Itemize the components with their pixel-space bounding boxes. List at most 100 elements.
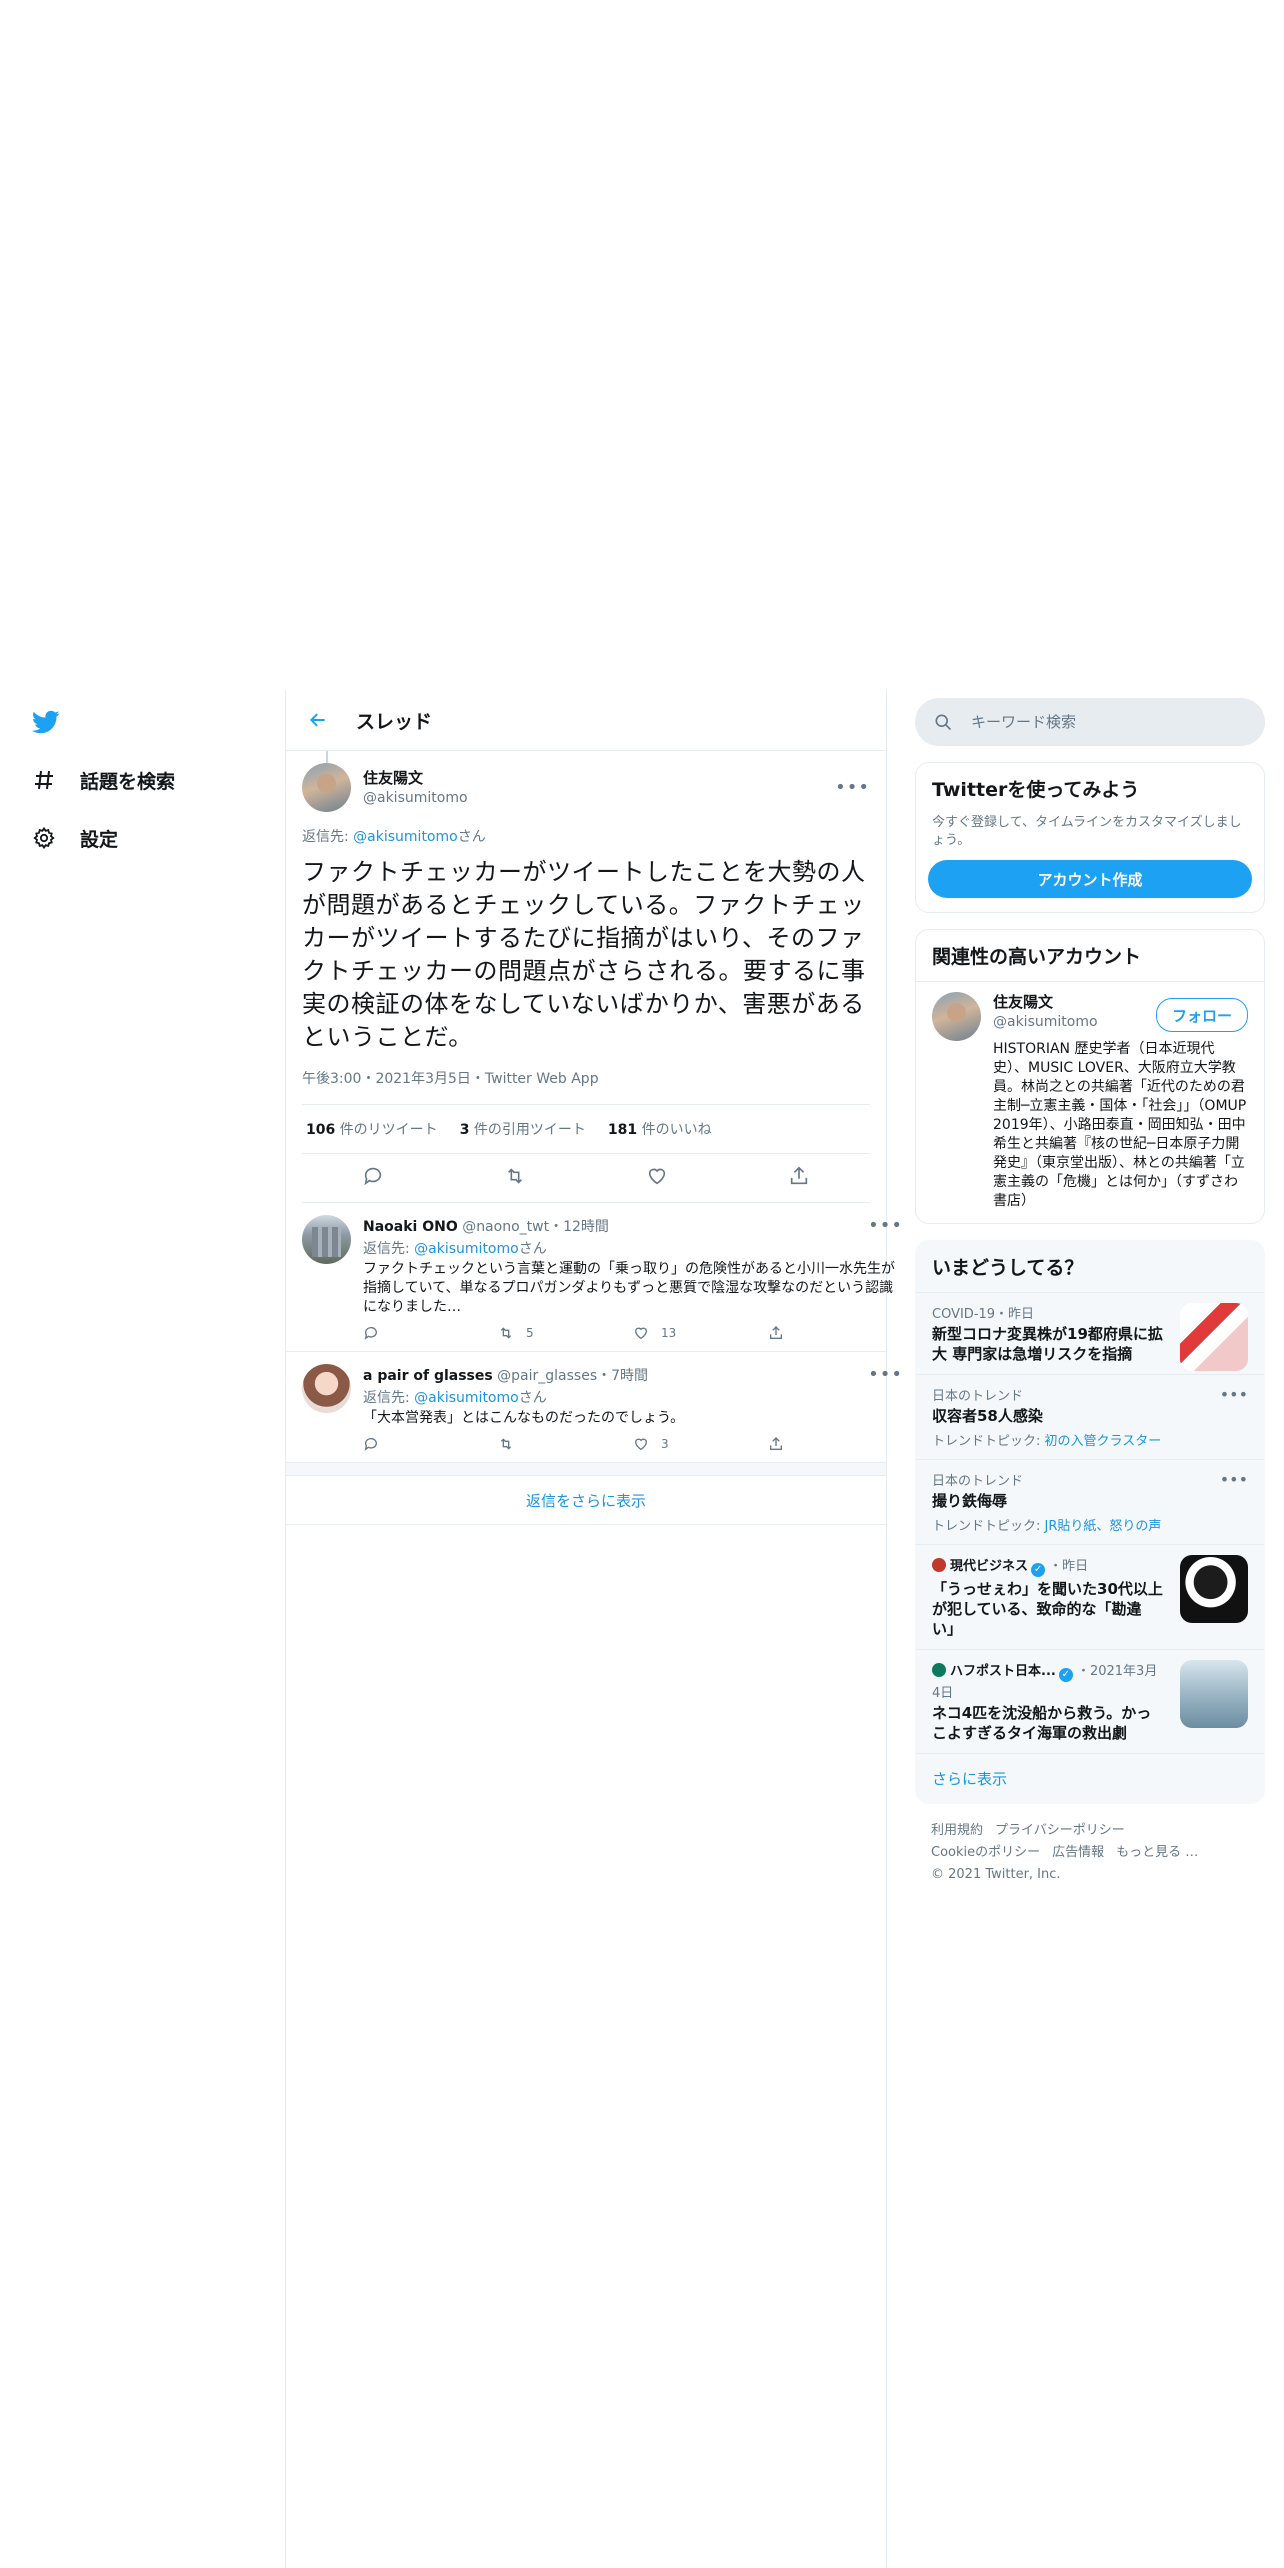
like-icon[interactable] bbox=[646, 1165, 668, 1191]
reply-to: 返信先: @akisumitomoさん bbox=[363, 1387, 903, 1407]
share-icon[interactable] bbox=[788, 1165, 810, 1191]
trend-item[interactable]: 日本のトレンド 撮り鉄侮辱 トレンドトピック: JR貼り紙、怒りの声 ••• bbox=[916, 1459, 1264, 1544]
show-more-trends-link[interactable]: さらに表示 bbox=[916, 1753, 1264, 1803]
reply-to-link[interactable]: @akisumitomo bbox=[414, 1241, 519, 1257]
trend-item[interactable]: ハフポスト日本... ✓ ・2021年3月4日 ネコ4匹を沈没船から救う。かっこよ… bbox=[916, 1649, 1264, 1753]
like-stat[interactable]: 181 件のいいね bbox=[608, 1119, 712, 1139]
trend-thumbnail bbox=[1180, 1303, 1248, 1371]
footer-link-cookies[interactable]: Cookieのポリシー bbox=[931, 1845, 1040, 1860]
verified-badge-icon: ✓ bbox=[1058, 1668, 1073, 1682]
verified-badge-icon: ✓ bbox=[1031, 1563, 1046, 1577]
quote-stat[interactable]: 3 件の引用ツイート bbox=[460, 1119, 586, 1139]
related-account-name[interactable]: 住友陽文 bbox=[993, 992, 1098, 1012]
main-tweet: 住友陽文 @akisumitomo ••• 返信先: @akisumitomoさ… bbox=[286, 751, 886, 1203]
related-account-handle[interactable]: @akisumitomo bbox=[993, 1012, 1098, 1032]
footer-link-terms[interactable]: 利用規約 bbox=[931, 1823, 983, 1838]
back-arrow-icon bbox=[309, 713, 325, 727]
show-more-replies-button[interactable]: 返信をさらに表示 bbox=[286, 1476, 886, 1525]
create-account-button[interactable]: アカウント作成 bbox=[928, 860, 1252, 898]
more-options-icon[interactable]: ••• bbox=[868, 1215, 903, 1236]
retweet-button[interactable] bbox=[498, 1436, 633, 1452]
trend-source: 現代ビジネス bbox=[950, 1559, 1029, 1574]
nav-settings[interactable]: 設定 bbox=[30, 818, 118, 858]
follow-button[interactable]: フォロー bbox=[1156, 998, 1248, 1032]
nav-explore-label: 話題を検索 bbox=[80, 770, 176, 793]
tweet-stats: 106 件のリツイート 3 件の引用ツイート 181 件のいいね bbox=[302, 1105, 870, 1154]
nav-explore[interactable]: 話題を検索 bbox=[30, 760, 175, 800]
reply-to-link[interactable]: @akisumitomo bbox=[353, 829, 458, 845]
trend-source-row: ハフポスト日本... ✓ ・2021年3月4日 bbox=[932, 1660, 1164, 1701]
trend-context: ・昨日 bbox=[1049, 1559, 1089, 1574]
author-name[interactable]: 住友陽文 bbox=[363, 768, 835, 788]
related-account[interactable]: 住友陽文 @akisumitomo フォロー HISTORIAN 歴史学者（日本… bbox=[916, 981, 1264, 1223]
tweet-text: ファクトチェッカーがツイートしたことを大勢の人が問題があるとチェックしている。フ… bbox=[302, 858, 866, 1051]
avatar[interactable] bbox=[302, 1364, 351, 1413]
avatar[interactable] bbox=[302, 1215, 351, 1264]
retweet-button[interactable]: 5 bbox=[498, 1325, 633, 1341]
search-input[interactable] bbox=[969, 712, 1233, 732]
trend-title: ネコ4匹を沈没船から救う。かっこよすぎるタイ海軍の救出劇 bbox=[932, 1704, 1152, 1742]
reply-author-handle[interactable]: @pair_glasses・7時間 bbox=[497, 1368, 648, 1384]
more-options-icon[interactable]: ••• bbox=[868, 1364, 903, 1385]
reply-author-handle[interactable]: @naono_twt・12時間 bbox=[462, 1219, 609, 1235]
tweet-author-row: 住友陽文 @akisumitomo ••• bbox=[302, 751, 870, 812]
retweet-icon[interactable] bbox=[504, 1165, 526, 1191]
share-icon bbox=[770, 1326, 782, 1339]
retweet-stat[interactable]: 106 件のリツイート bbox=[306, 1119, 438, 1139]
related-account-bio: HISTORIAN 歴史学者（日本近現代史）、MUSIC LOVER、大阪府立大… bbox=[993, 1041, 1247, 1209]
reply-tweet[interactable]: a pair of glasses @pair_glasses・7時間 ••• … bbox=[286, 1352, 902, 1463]
more-options-icon[interactable]: ••• bbox=[1220, 1470, 1248, 1489]
more-options-icon[interactable]: ••• bbox=[1220, 1385, 1248, 1404]
footer-link-ads[interactable]: 広告情報 bbox=[1052, 1845, 1104, 1860]
nav-settings-label: 設定 bbox=[80, 828, 119, 851]
trend-topic: トレンドトピック: JR貼り紙、怒りの声 bbox=[932, 1515, 1248, 1534]
trend-topic-link[interactable]: JR貼り紙、怒りの声 bbox=[1045, 1519, 1162, 1534]
like-count: 3 bbox=[661, 1437, 669, 1451]
reply-author-name[interactable]: Naoaki ONO bbox=[363, 1219, 458, 1235]
reply-text: ファクトチェックという言葉と運動の「乗っ取り」の危険性があると小川一水先生が指摘… bbox=[363, 1261, 895, 1315]
trend-topic-link[interactable]: 初の入管クラスター bbox=[1045, 1434, 1162, 1449]
avatar[interactable] bbox=[302, 763, 351, 812]
like-button[interactable]: 13 bbox=[633, 1325, 768, 1341]
reply-to-link[interactable]: @akisumitomo bbox=[414, 1390, 519, 1406]
avatar[interactable] bbox=[932, 992, 981, 1041]
trend-context: 日本のトレンド bbox=[932, 1474, 1024, 1489]
trend-item[interactable]: 現代ビジネス ✓ ・昨日 「うっせぇわ」を聞いた30代以上が犯している、致命的な「… bbox=[916, 1544, 1264, 1649]
related-title: 関連性の高いアカウント bbox=[932, 946, 1142, 968]
quote-label: 件の引用ツイート bbox=[473, 1122, 586, 1138]
twitter-logo-icon[interactable] bbox=[30, 708, 62, 736]
search-box[interactable] bbox=[915, 698, 1265, 746]
thread-connector bbox=[326, 751, 328, 763]
trend-thumbnail bbox=[1180, 1660, 1248, 1728]
back-button[interactable] bbox=[300, 702, 336, 738]
tweet-actions bbox=[302, 1154, 870, 1203]
like-icon bbox=[634, 1327, 648, 1340]
like-count: 181 bbox=[607, 1122, 638, 1138]
reply-to-prefix: 返信先: bbox=[302, 829, 354, 845]
reply-icon bbox=[364, 1438, 377, 1451]
reply-icon[interactable] bbox=[362, 1165, 384, 1191]
reply-author-name[interactable]: a pair of glasses bbox=[363, 1368, 493, 1384]
footer-link-more[interactable]: もっと見る … bbox=[1116, 1845, 1198, 1860]
reply-tweet[interactable]: Naoaki ONO @naono_twt・12時間 ••• 返信先: @aki… bbox=[286, 1203, 902, 1352]
reply-to-suffix: さん bbox=[457, 829, 486, 845]
share-button[interactable] bbox=[768, 1436, 903, 1452]
reply-button[interactable] bbox=[363, 1325, 498, 1341]
trend-item[interactable]: 日本のトレンド 収容者58人感染 トレンドトピック: 初の入管クラスター ••• bbox=[916, 1374, 1264, 1459]
right-sidebar: Twitterを使ってみよう 今すぐ登録して、タイムラインをカスタマイズしましょ… bbox=[915, 690, 1265, 1902]
like-icon bbox=[634, 1438, 648, 1451]
share-button[interactable] bbox=[768, 1325, 903, 1341]
trend-title: 撮り鉄侮辱 bbox=[932, 1492, 1008, 1510]
footer-link-privacy[interactable]: プライバシーポリシー bbox=[995, 1823, 1125, 1838]
trend-item[interactable]: COVID-19・昨日 新型コロナ変異株が19都府県に拡大 専門家は急増リスクを… bbox=[916, 1292, 1264, 1374]
signup-description: 今すぐ登録して、タイムラインをカスタマイズしましょう。 bbox=[932, 815, 1242, 848]
tweet-timestamp[interactable]: 午後3:00・2021年3月5日・Twitter Web App bbox=[302, 1068, 870, 1105]
reply-button[interactable] bbox=[363, 1436, 498, 1452]
more-options-icon[interactable]: ••• bbox=[835, 777, 870, 798]
retweet-icon bbox=[500, 1438, 512, 1450]
like-button[interactable]: 3 bbox=[633, 1436, 768, 1452]
author-handle[interactable]: @akisumitomo bbox=[363, 788, 835, 808]
trend-topic-label: トレンドトピック: bbox=[932, 1434, 1045, 1449]
source-logo-icon bbox=[932, 1663, 946, 1677]
reply-to-prefix: 返信先: bbox=[363, 1390, 415, 1406]
